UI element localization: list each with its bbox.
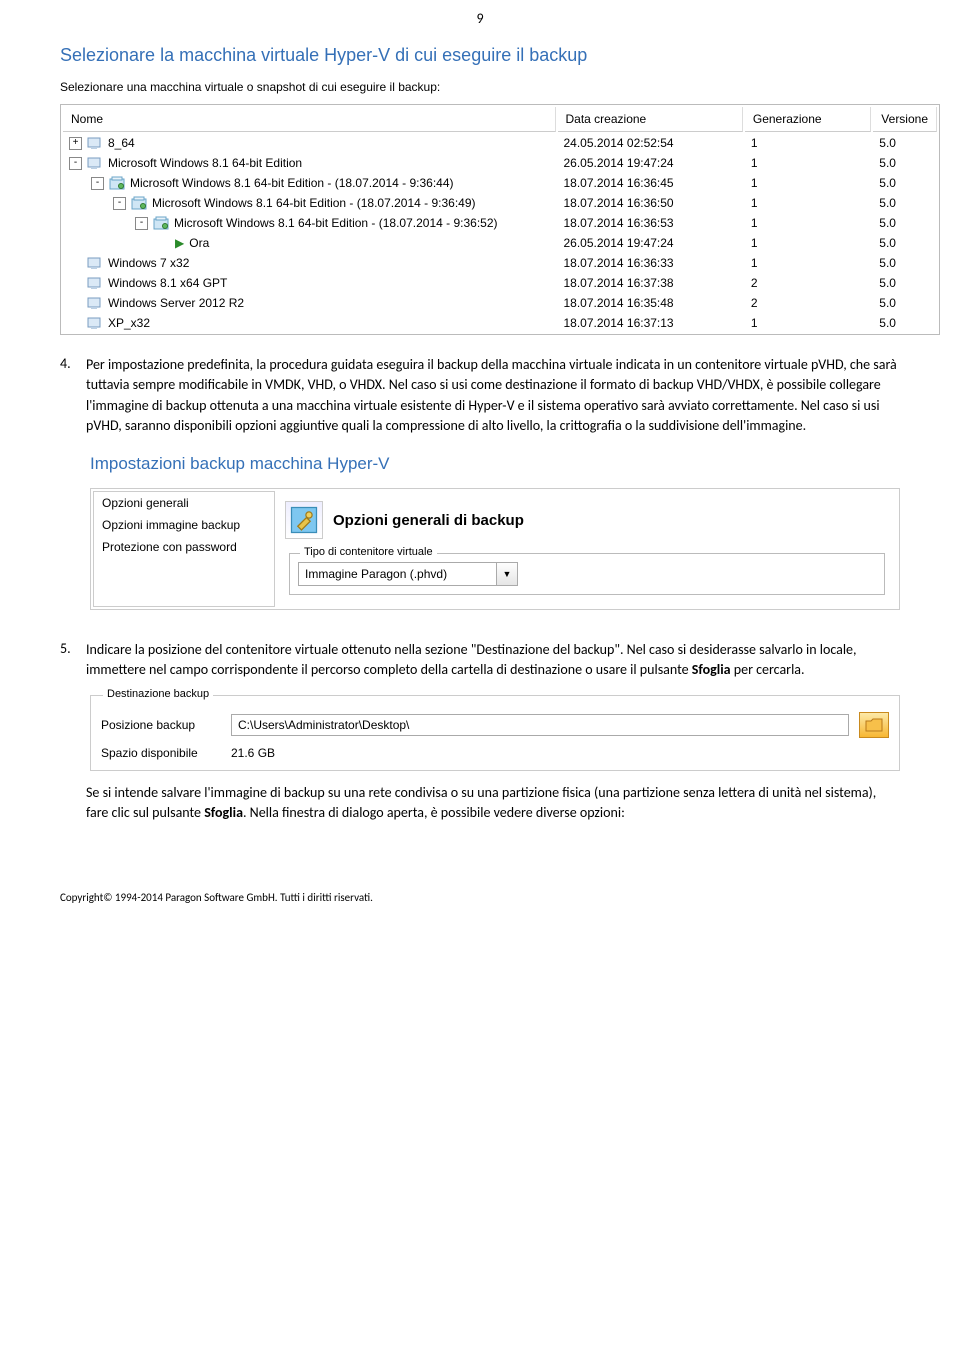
table-row[interactable]: - Microsoft Windows 8.1 64-bit Edition - … [63, 194, 937, 212]
cell-date: 18.07.2014 16:37:13 [558, 314, 743, 332]
table-row[interactable]: - Microsoft Windows 8.1 64-bit Edition 26.… [63, 154, 937, 172]
space-value: 21.6 GB [231, 746, 275, 760]
copyright-footer: Copyright© 1994-2014 Paragon Software Gm… [60, 883, 900, 904]
cell-date: 26.05.2014 19:47:24 [558, 154, 743, 172]
row-label: Windows 8.1 x64 GPT [108, 276, 227, 290]
table-row[interactable]: Windows Server 2012 R2 18.07.2014 16:35:4… [63, 294, 937, 312]
browse-button[interactable] [859, 712, 889, 738]
table-row[interactable]: +8_64 24.05.2014 02:52:5415.0 [63, 134, 937, 152]
cell-date: 18.07.2014 16:36:50 [558, 194, 743, 212]
row-label: Microsoft Windows 8.1 64-bit Edition - (… [152, 196, 476, 210]
cell-ver: 5.0 [873, 154, 937, 172]
table-row[interactable]: ▶ Ora 26.05.2014 19:47:2415.0 [63, 234, 937, 252]
cell-ver: 5.0 [873, 134, 937, 152]
snapshot-icon [131, 196, 147, 210]
item4-text: Per impostazione predefinita, la procedu… [86, 355, 900, 436]
item4-number: 4. [60, 355, 78, 436]
vm-icon [87, 296, 103, 310]
item5-text: Indicare la posizione del contenitore vi… [86, 640, 900, 681]
cell-date: 18.07.2014 16:36:45 [558, 174, 743, 192]
vm-icon [87, 276, 103, 290]
cell-gen: 1 [745, 234, 871, 252]
chevron-down-icon[interactable]: ▼ [497, 562, 518, 586]
cell-gen: 1 [745, 314, 871, 332]
section2-heading: Impostazioni backup macchina Hyper-V [90, 454, 900, 474]
cell-ver: 5.0 [873, 294, 937, 312]
collapse-icon[interactable]: - [135, 217, 148, 230]
snapshot-icon [109, 176, 125, 190]
cell-gen: 1 [745, 254, 871, 272]
cell-gen: 1 [745, 134, 871, 152]
cell-date: 26.05.2014 19:47:24 [558, 234, 743, 252]
row-label: Windows 7 x32 [108, 256, 189, 270]
row-label: Microsoft Windows 8.1 64-bit Edition - (… [130, 176, 454, 190]
col-ver[interactable]: Versione [873, 107, 937, 132]
opt-image[interactable]: Opzioni immagine backup [94, 514, 274, 536]
row-label: Microsoft Windows 8.1 64-bit Edition [108, 156, 302, 170]
container-type-legend: Tipo di contenitore virtuale [300, 546, 437, 558]
space-label: Spazio disponibile [101, 746, 221, 760]
position-input[interactable]: C:\Users\Administrator\Desktop\ [231, 714, 849, 736]
cell-ver: 5.0 [873, 234, 937, 252]
cell-gen: 1 [745, 194, 871, 212]
options-right-title: Opzioni generali di backup [333, 512, 524, 529]
collapse-icon[interactable]: - [91, 177, 104, 190]
destination-legend: Destinazione backup [103, 688, 213, 700]
cell-date: 18.07.2014 16:35:48 [558, 294, 743, 312]
cell-gen: 2 [745, 294, 871, 312]
backup-options-panel: Opzioni generali Opzioni immagine backup… [90, 488, 900, 610]
opt-password[interactable]: Protezione con password [94, 536, 274, 558]
vm-icon [87, 316, 103, 330]
table-row[interactable]: XP_x32 18.07.2014 16:37:1315.0 [63, 314, 937, 332]
vm-icon [87, 136, 103, 150]
vm-icon [87, 256, 103, 270]
container-type-select[interactable]: Immagine Paragon (.phvd) ▼ [298, 562, 518, 586]
expand-icon[interactable]: + [69, 137, 82, 150]
row-label: Microsoft Windows 8.1 64-bit Edition - (… [174, 216, 498, 230]
cell-ver: 5.0 [873, 194, 937, 212]
vm-tree-table: Nome Data creazione Generazione Versione… [60, 104, 940, 335]
options-left-list: Opzioni generali Opzioni immagine backup… [93, 491, 275, 607]
page-number: 9 [60, 0, 900, 37]
cell-date: 18.07.2014 16:36:33 [558, 254, 743, 272]
cell-date: 24.05.2014 02:52:54 [558, 134, 743, 152]
cell-gen: 1 [745, 214, 871, 232]
col-name[interactable]: Nome [63, 107, 556, 132]
cell-gen: 2 [745, 274, 871, 292]
table-row[interactable]: Windows 8.1 x64 GPT 18.07.2014 16:37:3825… [63, 274, 937, 292]
row-label: 8_64 [108, 136, 135, 150]
cell-ver: 5.0 [873, 314, 937, 332]
col-gen[interactable]: Generazione [745, 107, 871, 132]
cell-ver: 5.0 [873, 174, 937, 192]
select-value: Immagine Paragon (.phvd) [298, 562, 497, 586]
row-label: Ora [189, 236, 209, 250]
cell-gen: 1 [745, 154, 871, 172]
position-label: Posizione backup [101, 718, 221, 732]
section1-instruction: Selezionare una macchina virtuale o snap… [60, 80, 900, 94]
row-label: Windows Server 2012 R2 [108, 296, 244, 310]
snapshot-icon [153, 216, 169, 230]
cell-ver: 5.0 [873, 274, 937, 292]
table-row[interactable]: - Microsoft Windows 8.1 64-bit Edition - … [63, 214, 937, 232]
item5-number: 5. [60, 640, 78, 681]
row-label: XP_x32 [108, 316, 150, 330]
destination-panel: Destinazione backup Posizione backup C:\… [90, 695, 900, 771]
table-row[interactable]: - Microsoft Windows 8.1 64-bit Edition - … [63, 174, 937, 192]
cell-date: 18.07.2014 16:36:53 [558, 214, 743, 232]
cell-ver: 5.0 [873, 254, 937, 272]
current-state-icon: ▶ [175, 236, 184, 250]
vm-icon [87, 156, 103, 170]
wrench-icon [285, 501, 323, 539]
col-date[interactable]: Data creazione [558, 107, 743, 132]
section1-heading: Selezionare la macchina virtuale Hyper-V… [60, 45, 900, 66]
cell-gen: 1 [745, 174, 871, 192]
opt-general[interactable]: Opzioni generali [94, 492, 274, 514]
table-row[interactable]: Windows 7 x32 18.07.2014 16:36:3315.0 [63, 254, 937, 272]
collapse-icon[interactable]: - [69, 157, 82, 170]
cell-date: 18.07.2014 16:37:38 [558, 274, 743, 292]
network-paragraph: Se si intende salvare l'immagine di back… [86, 783, 900, 824]
collapse-icon[interactable]: - [113, 197, 126, 210]
cell-ver: 5.0 [873, 214, 937, 232]
